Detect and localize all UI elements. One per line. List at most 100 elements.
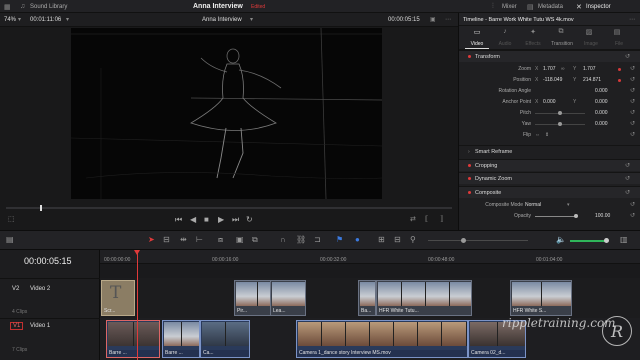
scrubber-handle[interactable] [40,205,42,211]
zoom-y-field[interactable]: 1.707 [583,66,596,72]
reset-icon[interactable]: ↺ [625,162,630,169]
smart-reframe-section[interactable]: › Smart Reframe [459,145,640,157]
reset-icon[interactable]: ↺ [630,131,635,138]
tab-effects[interactable]: Effects [519,41,547,47]
timeline-view-icon[interactable]: ▤ [6,235,14,244]
reset-icon[interactable]: ↺ [625,53,630,60]
sound-library-tab[interactable]: Sound Library [30,4,67,10]
speaker-icon[interactable]: 🔈 [556,235,566,244]
flip-vertical-icon[interactable]: ⇕ [545,132,549,138]
keyframe-icon[interactable] [618,68,621,71]
zoom-slider[interactable] [428,240,528,241]
transform-section[interactable]: Transform ↺ [459,50,640,62]
playhead[interactable] [137,250,138,360]
mixer-icon[interactable]: ⫶ [492,3,494,11]
timeline[interactable]: 00:00:00:00 00:00:16:00 00:00:32:00 00:0… [100,250,640,360]
tab-image[interactable]: Image [577,41,605,47]
yaw-field[interactable]: 0.000 [595,121,608,127]
enable-dot[interactable] [468,164,471,167]
reset-icon[interactable]: ↺ [630,98,635,105]
chevron-down-icon[interactable]: ▾ [250,16,253,23]
replace-clip-icon[interactable]: ⧉ [252,235,258,245]
track-name-v2[interactable]: Video 2 [30,286,50,292]
scrubber-track[interactable] [6,207,452,209]
zoom-x-field[interactable]: 1.707 [543,66,556,72]
zoom-full-icon[interactable]: ⊞ [378,235,385,244]
metadata-tab[interactable]: Metadata [538,4,563,10]
media-pool-icon[interactable]: ▦ [4,3,11,11]
composite-mode-select[interactable]: Normal [525,202,541,208]
marker-icon[interactable]: ● [355,235,360,244]
reset-icon[interactable]: ↺ [630,87,635,94]
go-to-start-icon[interactable]: ⏮ [175,215,182,225]
reset-icon[interactable]: ↺ [630,201,635,208]
inspector-tab[interactable]: Inspector [586,4,611,10]
selection-tool-icon[interactable]: ➤ [148,235,155,244]
chevron-down-icon[interactable]: ▾ [18,16,21,23]
opacity-slider[interactable] [535,216,575,217]
link-icon[interactable]: ∞ [561,66,565,72]
file-tab-icon[interactable]: ▤ [605,28,629,36]
audio-tab-icon[interactable]: ♪ [493,28,517,35]
track-header-v1[interactable]: V1 Video 1 7 Clips [0,318,100,360]
v1-clip[interactable]: Barre ... [162,320,200,358]
tab-transition[interactable]: Transition [547,41,577,47]
more-options-icon[interactable]: ⋯ [445,16,451,23]
enable-dot[interactable] [468,55,471,58]
loop-icon[interactable]: ↻ [246,215,253,224]
v2-clip[interactable]: HFR White S... [510,280,572,316]
v1-clip[interactable]: Camera 1_dance story Interview MS.mov [296,320,468,358]
match-frame-icon[interactable]: ⇄ [410,215,416,223]
volume-slider[interactable] [570,240,608,242]
enable-dot[interactable] [468,191,471,194]
opacity-slider-knob[interactable] [574,214,578,218]
enable-dot[interactable] [468,177,471,180]
rotation-field[interactable]: 0.000 [595,88,608,94]
volume-slider-knob[interactable] [604,238,609,243]
chevron-right-icon[interactable]: › [468,149,470,155]
tab-video[interactable]: Video [463,41,491,47]
video-tab-icon[interactable]: ▭ [465,28,489,36]
video-frame[interactable] [71,28,382,199]
reset-icon[interactable]: ↺ [630,76,635,83]
anchor-x-field[interactable]: 0.000 [543,99,556,105]
dynamic-trim-icon[interactable]: ⇹ [180,235,187,244]
effects-tab-icon[interactable]: ✦ [521,28,545,36]
cropping-section[interactable]: Cropping ↺ [459,159,640,171]
inspector-icon[interactable]: ✕ [576,3,582,11]
flag-icon[interactable]: ⚑ [336,235,343,244]
audio-meter-icon[interactable]: ▥ [620,235,628,244]
position-y-field[interactable]: 214.871 [583,77,601,83]
reset-icon[interactable]: ↺ [630,212,635,219]
composite-section[interactable]: Composite ↺ [459,186,640,198]
keyframe-icon[interactable] [618,79,621,82]
metadata-icon[interactable]: ▤ [527,3,534,11]
sound-library-icon[interactable]: ♫ [20,3,25,10]
playhead-handle[interactable] [134,250,140,255]
tab-audio[interactable]: Audio [491,41,519,47]
blade-tool-icon[interactable]: ⊢ [196,235,203,244]
v2-clip[interactable]: HFR White Tutu... [376,280,472,316]
pitch-slider-knob[interactable] [558,111,562,115]
zoom-detail-icon[interactable]: ⊟ [394,235,401,244]
trim-tool-icon[interactable]: ⊟ [163,235,170,244]
mixer-tab[interactable]: Mixer [502,4,517,10]
position-x-field[interactable]: -118.049 [543,77,562,83]
play-icon[interactable]: ▶ [218,215,224,224]
viewer-options-icon[interactable]: ▣ [430,16,436,23]
anchor-y-field[interactable]: 0.000 [595,99,608,105]
v2-clip[interactable]: Lea... [270,280,306,316]
zoom-slider-knob[interactable] [461,238,466,243]
transition-tab-icon[interactable]: ⧉ [549,28,573,36]
insert-clip-icon[interactable]: ⧈ [218,235,223,245]
v1-clip[interactable]: Barre ... [106,320,160,358]
more-options-icon[interactable]: ⋯ [629,16,635,23]
linked-selection-icon[interactable]: ⛓ [296,235,306,244]
timeline-ruler[interactable]: 00:00:00:00 00:00:16:00 00:00:32:00 00:0… [100,250,640,264]
reset-icon[interactable]: ↺ [630,65,635,72]
dynamic-zoom-section[interactable]: Dynamic Zoom ↺ [459,172,640,184]
reset-icon[interactable]: ↺ [625,175,630,182]
reset-icon[interactable]: ↺ [630,120,635,127]
stop-icon[interactable]: ■ [204,215,209,224]
chevron-down-icon[interactable]: ▾ [567,202,570,208]
